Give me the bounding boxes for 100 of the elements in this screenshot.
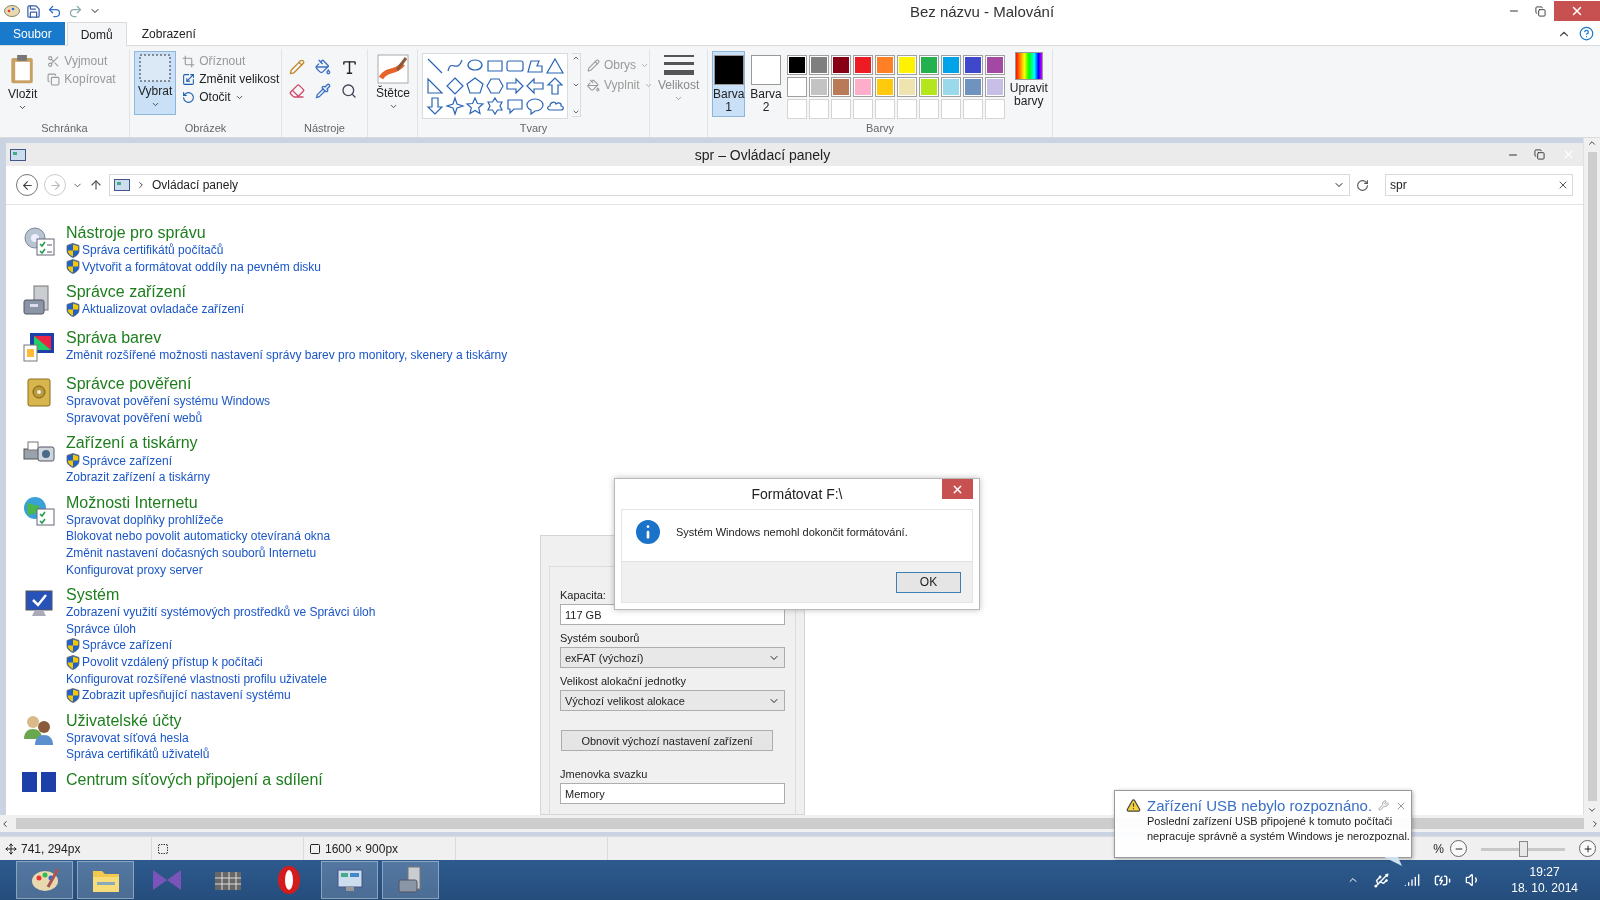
shape-icon[interactable]	[465, 76, 485, 96]
zoom-slider[interactable]	[1481, 840, 1565, 857]
shape-icon[interactable]	[445, 76, 465, 96]
task-link[interactable]: Správa certifikátů uživatelů	[66, 747, 210, 762]
category-link[interactable]: Správa barev	[66, 328, 162, 348]
palette-swatch[interactable]	[808, 55, 829, 75]
shape-icon[interactable]	[545, 76, 565, 96]
task-link[interactable]: Aktualizovat ovladače zařízení	[82, 302, 245, 317]
task-link[interactable]: Změnit rozšířené možnosti nastavení správy barev pro monitory, skenery a tiskárny	[66, 348, 508, 363]
scroll-up-icon[interactable]	[1587, 138, 1597, 148]
task-link[interactable]: Správce úloh	[66, 621, 137, 636]
refresh-icon[interactable]	[1356, 178, 1369, 192]
zoom-in-button[interactable]	[1579, 840, 1596, 857]
palette-icon[interactable]	[4, 5, 20, 17]
palette-swatch[interactable]	[874, 55, 895, 75]
palette-swatch[interactable]	[830, 55, 851, 75]
shape-icon[interactable]	[525, 76, 545, 96]
palette-swatch[interactable]	[984, 77, 1005, 97]
save-icon[interactable]	[26, 3, 41, 19]
ribbon-tab[interactable]: Soubor	[0, 22, 65, 45]
close-button[interactable]	[1554, 1, 1600, 21]
ok-button[interactable]: OK	[896, 571, 961, 593]
shape-icon[interactable]	[485, 96, 505, 116]
allocation-select[interactable]: Výchozí velikost alokace	[560, 690, 785, 711]
task-link[interactable]: Správa certifikátů počítačů	[82, 243, 224, 258]
category-link[interactable]: Uživatelské účty	[66, 710, 182, 730]
task-link[interactable]: Povolit vzdálený přístup k počítači	[82, 655, 263, 669]
shape-icon[interactable]	[445, 96, 465, 116]
ribbon-tab[interactable]: Domů	[66, 22, 127, 46]
task-link[interactable]: Konfigurovat rozšířené vlastnosti profilu uživatele	[66, 671, 327, 686]
close-button[interactable]	[942, 479, 973, 499]
palette-swatch[interactable]	[830, 77, 851, 97]
task-link[interactable]: Správce zařízení	[82, 638, 173, 653]
task-link[interactable]: Konfigurovat proxy server	[66, 562, 203, 577]
up-arrow-icon[interactable]	[89, 178, 103, 192]
palette-swatch[interactable]	[808, 77, 829, 97]
palette-swatch[interactable]	[984, 55, 1005, 75]
restore-defaults-button[interactable]: Obnovit výchozí nastavení zařízení	[561, 730, 773, 751]
file-system-select[interactable]: exFAT (výchozí)	[560, 647, 785, 668]
palette-swatch[interactable]	[852, 77, 873, 97]
category-link[interactable]: Systém	[66, 584, 120, 604]
shape-icon[interactable]	[525, 96, 545, 116]
task-link[interactable]: Zobrazení využití systémových prostředků ve Správci úloh	[66, 605, 376, 620]
notification-toast[interactable]: Zařízení USB nebylo rozpoznáno. Poslední zařízení USB připojené k tomuto počítači nepracuje správně a systém Windows je nerozpoznal.	[1114, 790, 1412, 858]
usb-icon[interactable]	[1373, 871, 1391, 889]
palette-swatch[interactable]	[940, 55, 961, 75]
address-field[interactable]: Ovládací panely	[109, 174, 1350, 196]
palette-swatch[interactable]	[918, 55, 939, 75]
palette-swatch[interactable]	[962, 55, 983, 75]
task-link[interactable]: Změnit nastavení dočasných souborů Internetu	[66, 546, 317, 561]
task-link[interactable]: Spravovat pověření webů	[66, 411, 203, 426]
color-slot-button[interactable]: Barva 2	[749, 51, 783, 117]
brushes-button[interactable]: Štětce	[372, 51, 415, 115]
palette-swatch[interactable]	[786, 77, 807, 97]
task-link[interactable]: Spravovat pověření systému Windows	[66, 394, 271, 409]
palette-swatch[interactable]	[940, 77, 961, 97]
task-link[interactable]: Vytvořit a formátovat oddíly na pevném disku	[82, 259, 321, 274]
task-link[interactable]: Blokovat nebo povolit automaticky otevíraná okna	[66, 529, 331, 544]
undo-icon[interactable]	[47, 3, 62, 19]
back-button[interactable]	[16, 174, 38, 196]
task-link[interactable]: Správce zařízení	[82, 453, 173, 468]
shape-icon[interactable]	[505, 96, 525, 116]
category-link[interactable]: Možnosti Internetu	[66, 492, 198, 512]
shape-icon[interactable]	[505, 76, 525, 96]
category-link[interactable]: Centrum síťových připojení a sdílení	[66, 769, 323, 789]
redo-icon[interactable]	[68, 3, 83, 19]
palette-swatch[interactable]	[852, 55, 873, 75]
task-link[interactable]: Zobrazit upřesňující nastavení systému	[82, 688, 291, 703]
category-link[interactable]: Nástroje pro správu	[66, 223, 206, 242]
resize-button[interactable]: Změnit velikost	[180, 71, 282, 87]
palette-swatch[interactable]	[896, 55, 917, 75]
shape-icon[interactable]	[425, 76, 445, 96]
taskbar-app-button[interactable]	[16, 861, 73, 899]
taskbar-app-button[interactable]	[77, 861, 134, 899]
task-link[interactable]: Spravovat síťová hesla	[66, 730, 189, 745]
help-icon[interactable]	[1579, 26, 1594, 41]
color-slot-button[interactable]: Barva 1	[712, 51, 746, 117]
scroll-right-icon[interactable]	[1590, 818, 1600, 829]
scroll-down-icon[interactable]	[1587, 805, 1597, 815]
palette-swatch[interactable]	[896, 77, 917, 97]
paste-button[interactable]: Vložit	[4, 51, 42, 115]
volume-label-field[interactable]: Memory	[560, 783, 785, 804]
gallery-scroll-buttons[interactable]	[572, 53, 581, 117]
category-link[interactable]: Správce zařízení	[66, 282, 187, 302]
clear-icon[interactable]	[1557, 179, 1569, 191]
palette-swatch[interactable]	[874, 77, 895, 97]
shape-icon[interactable]	[465, 96, 485, 116]
task-link[interactable]: Zobrazit zařízení a tiskárny	[66, 470, 211, 485]
shape-icon[interactable]	[545, 56, 565, 76]
category-link[interactable]: Zařízení a tiskárny	[66, 433, 198, 453]
taskbar-app-button[interactable]	[321, 861, 378, 899]
vertical-scrollbar[interactable]	[1583, 138, 1600, 815]
shape-icon[interactable]	[425, 96, 445, 116]
shape-icon[interactable]	[425, 56, 445, 76]
shape-icon[interactable]	[485, 76, 505, 96]
select-button[interactable]: Vybrat	[134, 51, 177, 115]
task-link[interactable]: Spravovat doplňky prohlížeče	[66, 512, 224, 527]
palette-swatch[interactable]	[918, 77, 939, 97]
search-field[interactable]: spr	[1385, 174, 1573, 196]
category-link[interactable]: Správce pověření	[66, 374, 192, 394]
